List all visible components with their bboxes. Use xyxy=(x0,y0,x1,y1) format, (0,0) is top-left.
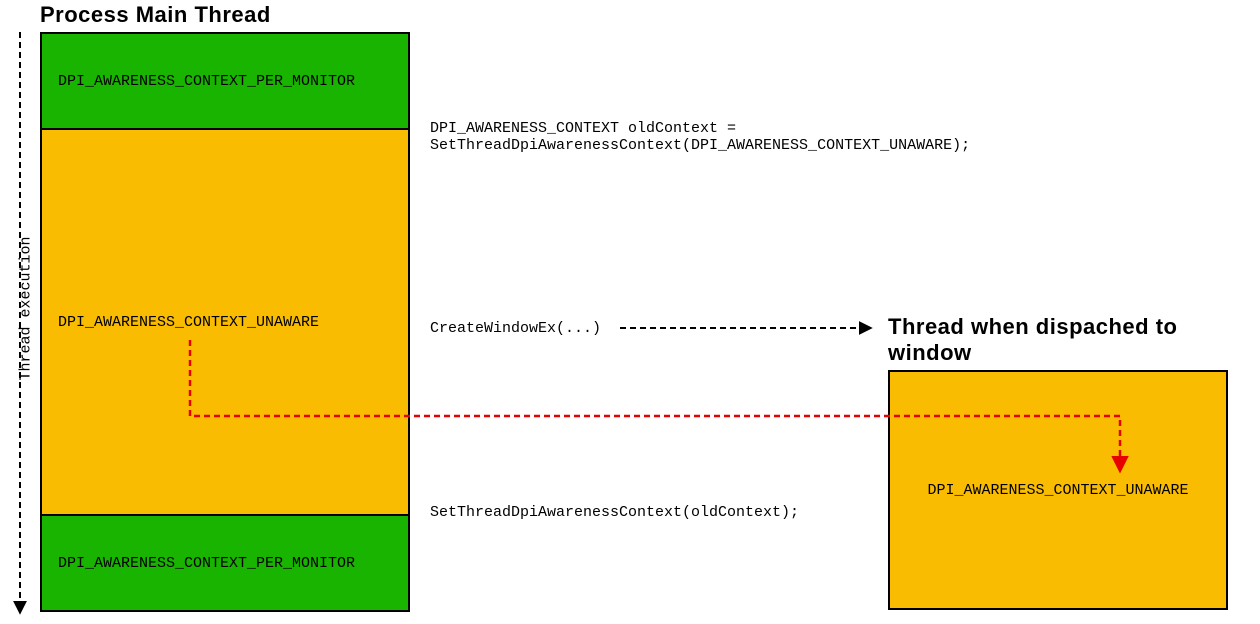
context-label: DPI_AWARENESS_CONTEXT_PER_MONITOR xyxy=(58,555,355,572)
annotation-line: DPI_AWARENESS_CONTEXT oldContext = xyxy=(430,120,950,137)
window-thread-box: DPI_AWARENESS_CONTEXT_UNAWARE xyxy=(888,370,1228,610)
context-per-monitor-segment-top: DPI_AWARENESS_CONTEXT_PER_MONITOR xyxy=(42,34,408,130)
annotation-create-window: CreateWindowEx(...) xyxy=(430,320,601,337)
context-unaware-segment: DPI_AWARENESS_CONTEXT_UNAWARE xyxy=(42,130,408,514)
window-thread-heading: Thread when dispached to window xyxy=(888,314,1248,367)
main-thread-column: DPI_AWARENESS_CONTEXT_PER_MONITOR DPI_AW… xyxy=(40,32,410,612)
main-thread-heading: Process Main Thread xyxy=(40,2,271,28)
context-label: DPI_AWARENESS_CONTEXT_UNAWARE xyxy=(58,314,319,331)
annotation-restore-context: SetThreadDpiAwarenessContext(oldContext)… xyxy=(430,504,890,521)
annotation-line: SetThreadDpiAwarenessContext(DPI_AWARENE… xyxy=(430,137,950,154)
thread-execution-label: Thread execution xyxy=(18,236,35,380)
context-label: DPI_AWARENESS_CONTEXT_PER_MONITOR xyxy=(58,73,355,90)
annotation-set-context-unaware: DPI_AWARENESS_CONTEXT oldContext = SetTh… xyxy=(430,120,950,154)
context-per-monitor-segment-bottom: DPI_AWARENESS_CONTEXT_PER_MONITOR xyxy=(42,514,408,610)
context-label: DPI_AWARENESS_CONTEXT_UNAWARE xyxy=(927,482,1188,499)
